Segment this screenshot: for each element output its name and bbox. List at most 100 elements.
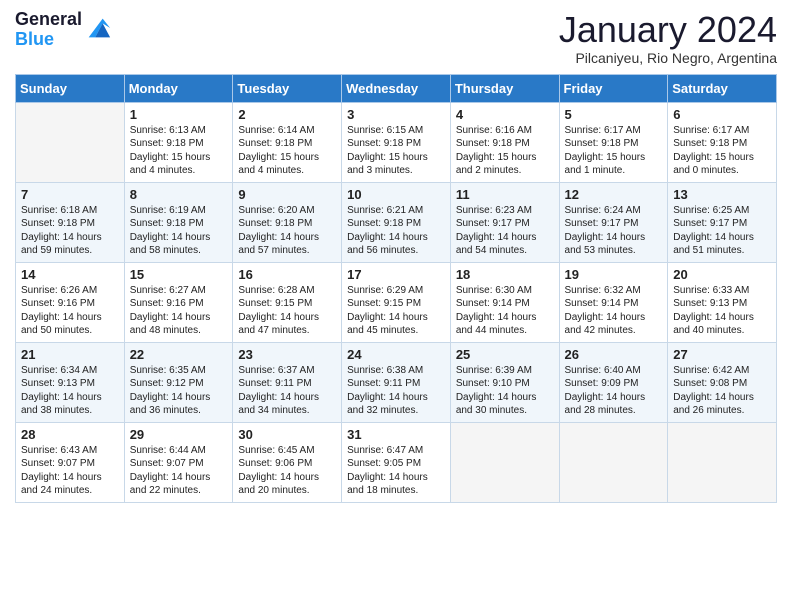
day-number: 15 xyxy=(130,267,228,282)
cell-info: Sunrise: 6:21 AM Sunset: 9:18 PM Dayligh… xyxy=(347,204,445,258)
col-header-wednesday: Wednesday xyxy=(342,74,451,102)
cell-info: Sunrise: 6:35 AM Sunset: 9:12 PM Dayligh… xyxy=(130,364,228,418)
cell-info: Sunrise: 6:34 AM Sunset: 9:13 PM Dayligh… xyxy=(21,364,119,418)
calendar-cell: 20 Sunrise: 6:33 AM Sunset: 9:13 PM Dayli… xyxy=(668,262,777,342)
cell-info: Sunrise: 6:26 AM Sunset: 9:16 PM Dayligh… xyxy=(21,284,119,338)
calendar-cell: 26Sunrise: 6:40 AM Sunset: 9:09 PM Dayli… xyxy=(559,342,668,422)
cell-info: Sunrise: 6:40 AM Sunset: 9:09 PM Dayligh… xyxy=(565,364,663,418)
cell-info: Sunrise: 6:32 AM Sunset: 9:14 PM Dayligh… xyxy=(565,284,663,338)
calendar-cell: 11 Sunrise: 6:23 AM Sunset: 9:17 PM Dayli… xyxy=(450,182,559,262)
calendar-cell: 30Sunrise: 6:45 AM Sunset: 9:06 PM Dayli… xyxy=(233,422,342,502)
week-row-4: 21 Sunrise: 6:34 AM Sunset: 9:13 PM Dayli… xyxy=(16,342,777,422)
cell-info: Sunrise: 6:30 AM Sunset: 9:14 PM Dayligh… xyxy=(456,284,554,338)
day-number: 4 xyxy=(456,107,554,122)
logo-icon xyxy=(84,14,112,42)
calendar-table: SundayMondayTuesdayWednesdayThursdayFrid… xyxy=(15,74,777,503)
cell-info: Sunrise: 6:18 AM Sunset: 9:18 PM Dayligh… xyxy=(21,204,119,258)
calendar-cell: 23Sunrise: 6:37 AM Sunset: 9:11 PM Dayli… xyxy=(233,342,342,422)
calendar-cell: 3 Sunrise: 6:15 AM Sunset: 9:18 PM Daylig… xyxy=(342,102,451,182)
cell-info: Sunrise: 6:42 AM Sunset: 9:08 PM Dayligh… xyxy=(673,364,771,418)
day-number: 18 xyxy=(456,267,554,282)
col-header-thursday: Thursday xyxy=(450,74,559,102)
cell-info: Sunrise: 6:14 AM Sunset: 9:18 PM Dayligh… xyxy=(238,124,336,178)
day-number: 27 xyxy=(673,347,771,362)
cell-info: Sunrise: 6:23 AM Sunset: 9:17 PM Dayligh… xyxy=(456,204,554,258)
col-header-friday: Friday xyxy=(559,74,668,102)
calendar-cell: 27 Sunrise: 6:42 AM Sunset: 9:08 PM Dayli… xyxy=(668,342,777,422)
day-number: 25 xyxy=(456,347,554,362)
day-number: 17 xyxy=(347,267,445,282)
logo: GeneralBlue xyxy=(15,10,112,50)
calendar-cell: 13 Sunrise: 6:25 AM Sunset: 9:17 PM Dayli… xyxy=(668,182,777,262)
day-number: 21 xyxy=(21,347,119,362)
day-number: 24 xyxy=(347,347,445,362)
calendar-cell xyxy=(559,422,668,502)
day-number: 8 xyxy=(130,187,228,202)
location: Pilcaniyeu, Rio Negro, Argentina xyxy=(559,50,777,66)
calendar-cell: 19Sunrise: 6:32 AM Sunset: 9:14 PM Dayli… xyxy=(559,262,668,342)
calendar-cell: 12 Sunrise: 6:24 AM Sunset: 9:17 PM Dayli… xyxy=(559,182,668,262)
day-number: 6 xyxy=(673,107,771,122)
cell-info: Sunrise: 6:47 AM Sunset: 9:05 PM Dayligh… xyxy=(347,444,445,498)
day-number: 23 xyxy=(238,347,336,362)
day-number: 31 xyxy=(347,427,445,442)
calendar-cell: 16 Sunrise: 6:28 AM Sunset: 9:15 PM Dayli… xyxy=(233,262,342,342)
header-row: SundayMondayTuesdayWednesdayThursdayFrid… xyxy=(16,74,777,102)
title-block: January 2024 Pilcaniyeu, Rio Negro, Arge… xyxy=(559,10,777,66)
calendar-cell: 9Sunrise: 6:20 AM Sunset: 9:18 PM Daylig… xyxy=(233,182,342,262)
calendar-cell: 15Sunrise: 6:27 AM Sunset: 9:16 PM Dayli… xyxy=(124,262,233,342)
page-header: GeneralBlue January 2024 Pilcaniyeu, Rio… xyxy=(15,10,777,66)
cell-info: Sunrise: 6:24 AM Sunset: 9:17 PM Dayligh… xyxy=(565,204,663,258)
calendar-cell: 2 Sunrise: 6:14 AM Sunset: 9:18 PM Daylig… xyxy=(233,102,342,182)
day-number: 13 xyxy=(673,187,771,202)
calendar-cell: 22Sunrise: 6:35 AM Sunset: 9:12 PM Dayli… xyxy=(124,342,233,422)
cell-info: Sunrise: 6:28 AM Sunset: 9:15 PM Dayligh… xyxy=(238,284,336,338)
calendar-cell xyxy=(668,422,777,502)
calendar-cell: 24Sunrise: 6:38 AM Sunset: 9:11 PM Dayli… xyxy=(342,342,451,422)
day-number: 29 xyxy=(130,427,228,442)
day-number: 20 xyxy=(673,267,771,282)
calendar-cell: 14 Sunrise: 6:26 AM Sunset: 9:16 PM Dayli… xyxy=(16,262,125,342)
week-row-1: 1Sunrise: 6:13 AM Sunset: 9:18 PM Daylig… xyxy=(16,102,777,182)
day-number: 2 xyxy=(238,107,336,122)
cell-info: Sunrise: 6:15 AM Sunset: 9:18 PM Dayligh… xyxy=(347,124,445,178)
calendar-cell: 4 Sunrise: 6:16 AM Sunset: 9:18 PM Daylig… xyxy=(450,102,559,182)
week-row-2: 7 Sunrise: 6:18 AM Sunset: 9:18 PM Daylig… xyxy=(16,182,777,262)
cell-info: Sunrise: 6:19 AM Sunset: 9:18 PM Dayligh… xyxy=(130,204,228,258)
day-number: 7 xyxy=(21,187,119,202)
col-header-saturday: Saturday xyxy=(668,74,777,102)
day-number: 1 xyxy=(130,107,228,122)
cell-info: Sunrise: 6:25 AM Sunset: 9:17 PM Dayligh… xyxy=(673,204,771,258)
cell-info: Sunrise: 6:16 AM Sunset: 9:18 PM Dayligh… xyxy=(456,124,554,178)
calendar-cell: 28 Sunrise: 6:43 AM Sunset: 9:07 PM Dayli… xyxy=(16,422,125,502)
day-number: 28 xyxy=(21,427,119,442)
calendar-cell: 10Sunrise: 6:21 AM Sunset: 9:18 PM Dayli… xyxy=(342,182,451,262)
cell-info: Sunrise: 6:17 AM Sunset: 9:18 PM Dayligh… xyxy=(673,124,771,178)
calendar-cell: 7 Sunrise: 6:18 AM Sunset: 9:18 PM Daylig… xyxy=(16,182,125,262)
calendar-cell: 29Sunrise: 6:44 AM Sunset: 9:07 PM Dayli… xyxy=(124,422,233,502)
cell-info: Sunrise: 6:45 AM Sunset: 9:06 PM Dayligh… xyxy=(238,444,336,498)
calendar-cell: 5Sunrise: 6:17 AM Sunset: 9:18 PM Daylig… xyxy=(559,102,668,182)
col-header-tuesday: Tuesday xyxy=(233,74,342,102)
day-number: 12 xyxy=(565,187,663,202)
calendar-cell: 25Sunrise: 6:39 AM Sunset: 9:10 PM Dayli… xyxy=(450,342,559,422)
month-title: January 2024 xyxy=(559,10,777,50)
col-header-sunday: Sunday xyxy=(16,74,125,102)
day-number: 3 xyxy=(347,107,445,122)
calendar-cell: 18 Sunrise: 6:30 AM Sunset: 9:14 PM Dayli… xyxy=(450,262,559,342)
day-number: 9 xyxy=(238,187,336,202)
calendar-cell xyxy=(450,422,559,502)
day-number: 14 xyxy=(21,267,119,282)
calendar-cell: 31 Sunrise: 6:47 AM Sunset: 9:05 PM Dayli… xyxy=(342,422,451,502)
calendar-cell xyxy=(16,102,125,182)
day-number: 11 xyxy=(456,187,554,202)
week-row-3: 14 Sunrise: 6:26 AM Sunset: 9:16 PM Dayli… xyxy=(16,262,777,342)
calendar-cell: 1Sunrise: 6:13 AM Sunset: 9:18 PM Daylig… xyxy=(124,102,233,182)
day-number: 5 xyxy=(565,107,663,122)
cell-info: Sunrise: 6:33 AM Sunset: 9:13 PM Dayligh… xyxy=(673,284,771,338)
week-row-5: 28 Sunrise: 6:43 AM Sunset: 9:07 PM Dayli… xyxy=(16,422,777,502)
calendar-cell: 21 Sunrise: 6:34 AM Sunset: 9:13 PM Dayli… xyxy=(16,342,125,422)
calendar-cell: 8 Sunrise: 6:19 AM Sunset: 9:18 PM Daylig… xyxy=(124,182,233,262)
cell-info: Sunrise: 6:43 AM Sunset: 9:07 PM Dayligh… xyxy=(21,444,119,498)
day-number: 16 xyxy=(238,267,336,282)
